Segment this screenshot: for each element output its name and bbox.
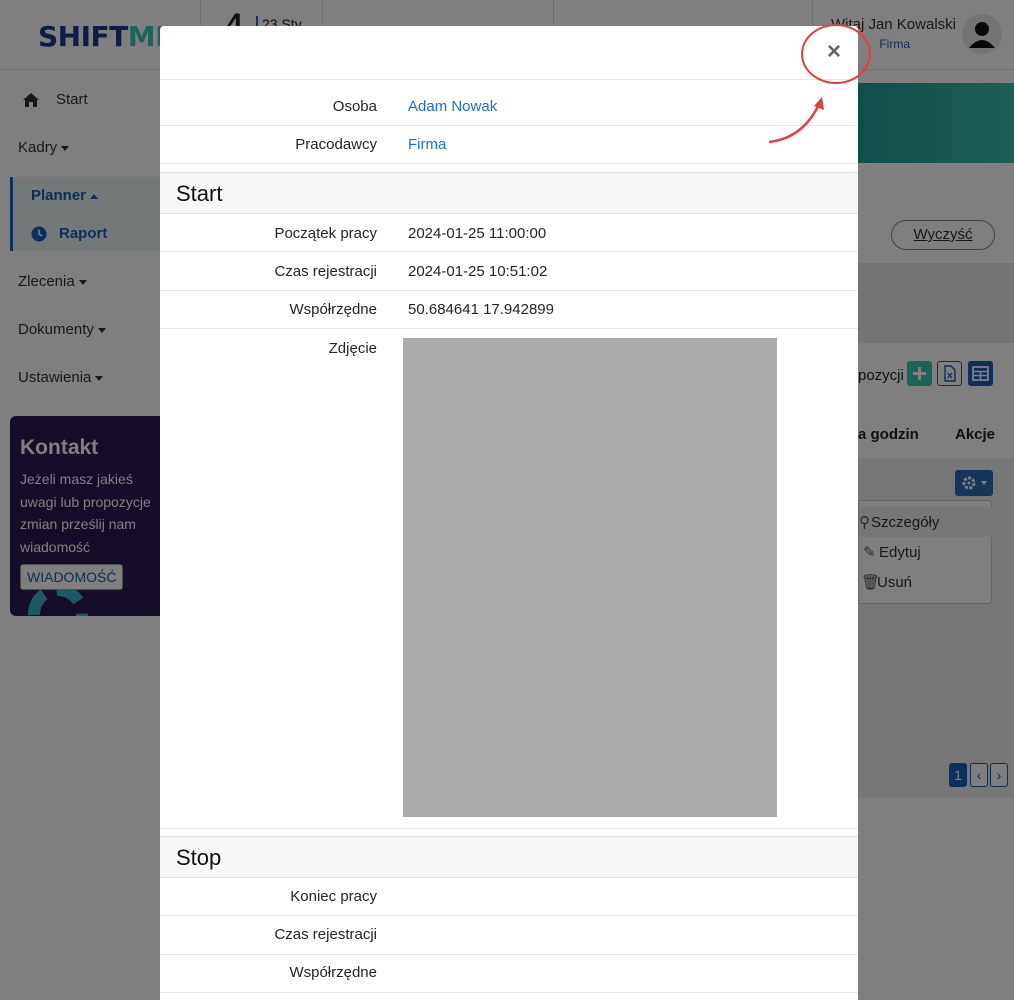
start-registration-label: Czas rejestracji: [274, 263, 377, 280]
section-title: Stop: [176, 845, 222, 870]
detail-row-person: Osoba Adam Nowak: [160, 80, 858, 126]
detail-row-employers: Pracodawcy Firma: [160, 126, 858, 164]
start-work-label: Początek pracy: [274, 225, 377, 242]
stop-coordinates-label: Współrzędne: [289, 964, 377, 981]
details-modal: × Osoba Adam Nowak Pracodawcy Firma Star…: [160, 26, 858, 1000]
stop-registration-label: Czas rejestracji: [274, 926, 377, 943]
modal-header: ×: [160, 26, 858, 80]
start-coordinates-value: 50.684641 17.942899: [408, 301, 554, 318]
employers-label: Pracodawcy: [295, 136, 377, 153]
start-work-value: 2024-01-25 11:00:00: [408, 225, 547, 242]
person-label: Osoba: [332, 98, 377, 115]
detail-row-start-work: Początek pracy 2024-01-25 11:00:00: [160, 214, 858, 252]
person-link[interactable]: Adam Nowak: [408, 98, 497, 115]
detail-row-stop-registration: Czas rejestracji: [160, 916, 858, 955]
photo-label: Zdjęcie: [328, 340, 377, 357]
start-registration-value: 2024-01-25 10:51:02: [408, 263, 548, 280]
start-coordinates-label: Współrzędne: [289, 301, 377, 318]
start-photo-image[interactable]: [403, 338, 777, 817]
detail-row-stop-work: Koniec pracy: [160, 878, 858, 916]
section-start: Start: [160, 172, 858, 214]
annotation-circle: [801, 24, 871, 84]
stop-work-label: Koniec pracy: [290, 888, 377, 905]
section-stop: Stop: [160, 836, 858, 878]
detail-row-start-registration: Czas rejestracji 2024-01-25 10:51:02: [160, 252, 858, 291]
detail-row-stop-coordinates: Współrzędne: [160, 955, 858, 993]
section-title: Start: [176, 181, 223, 206]
annotation-arrow-icon: [768, 97, 824, 144]
employers-link[interactable]: Firma: [408, 136, 446, 153]
detail-row-start-coordinates: Współrzędne 50.684641 17.942899: [160, 291, 858, 329]
